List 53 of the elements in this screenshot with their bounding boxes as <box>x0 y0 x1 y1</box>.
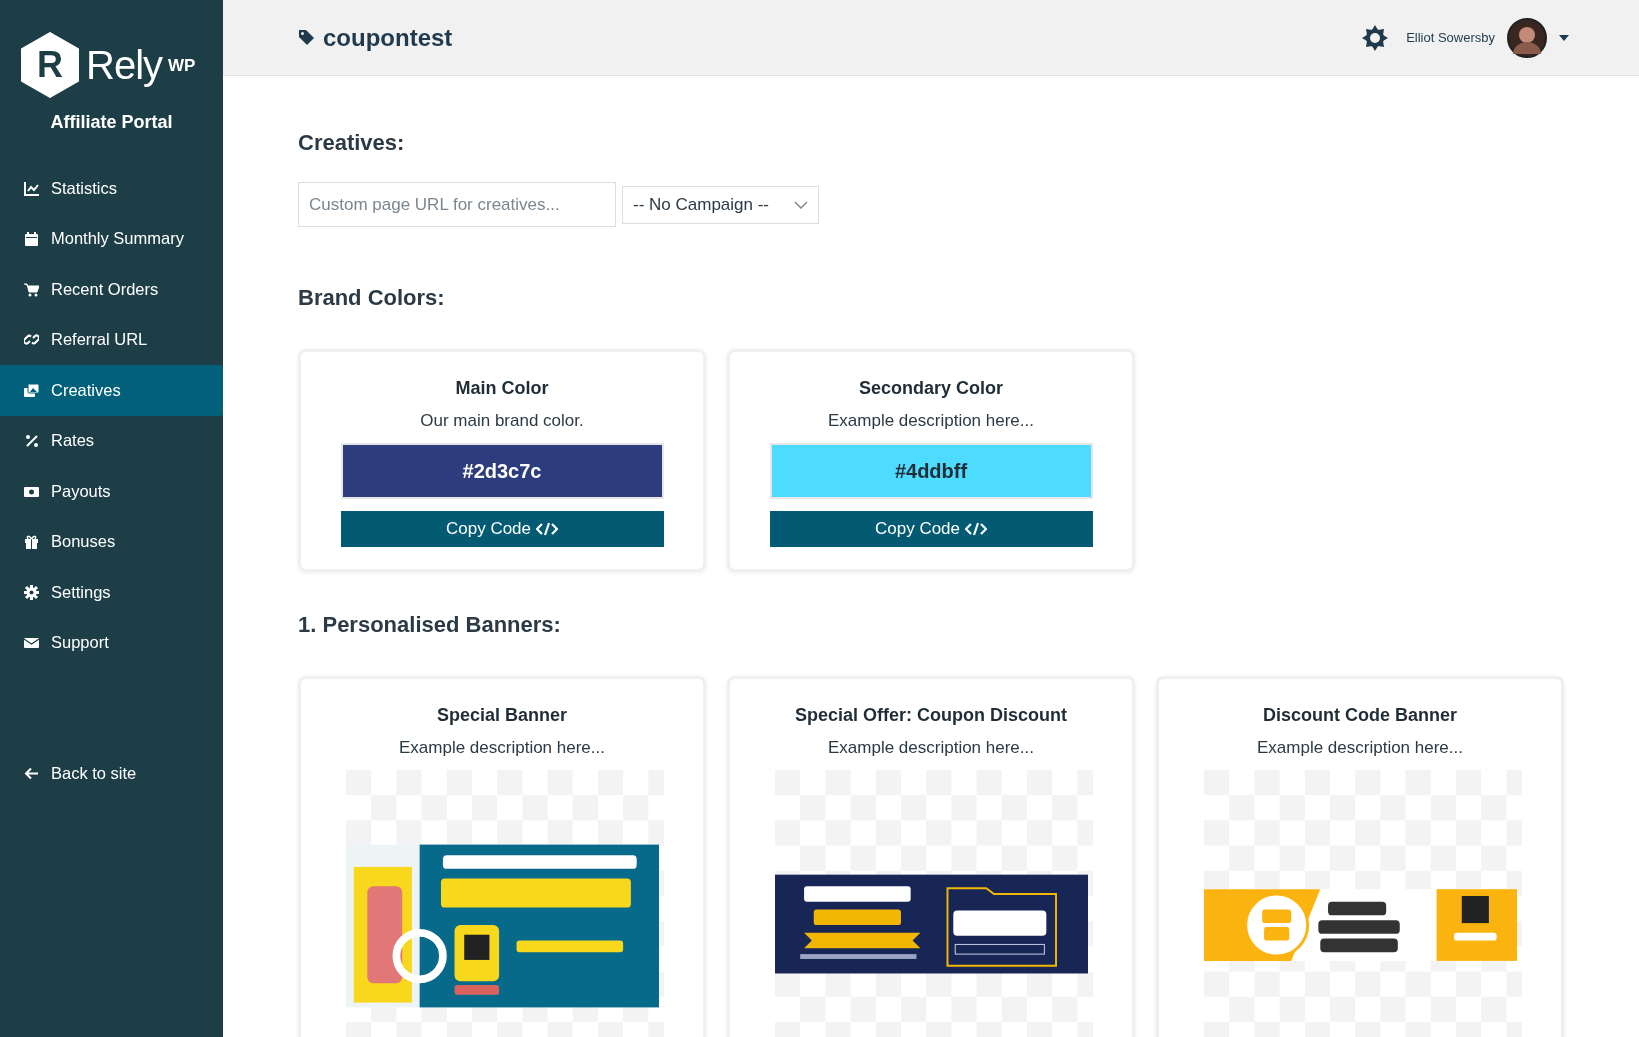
calendar-icon <box>24 231 39 247</box>
section-heading: Brand Colors: <box>298 285 446 311</box>
gift-icon <box>24 534 39 550</box>
url-field[interactable]: Custom page URL for creatives... <box>298 182 616 227</box>
card-description: Example description here... <box>828 411 1034 431</box>
sun-icon <box>1362 24 1389 51</box>
color-swatch: #4ddbff <box>769 443 1093 499</box>
link-icon <box>24 332 39 348</box>
sidebar-item[interactable]: Creatives <box>0 365 223 416</box>
code-icon <box>965 522 988 536</box>
avatar[interactable] <box>1507 17 1547 58</box>
user-name: Elliot Sowersby <box>1406 30 1495 45</box>
section-heading: 1. Personalised Banners: <box>298 612 562 638</box>
sidebar-item[interactable]: Statistics <box>0 163 223 214</box>
card-title: Discount Code Banner <box>1263 705 1457 726</box>
page-title: coupontest <box>323 23 453 52</box>
card-title: Special Banner <box>436 705 568 726</box>
copy-code-button[interactable]: Copy Code <box>769 511 1093 547</box>
sidebar-item[interactable]: Rates <box>0 415 223 466</box>
code-icon <box>536 522 559 536</box>
chevron-down-icon <box>794 200 808 209</box>
card-description: Example description here... <box>1257 738 1463 758</box>
chart-icon <box>24 180 39 196</box>
card-description: Example description here... <box>828 738 1034 758</box>
card-title: Special Offer: Coupon Discount <box>795 705 1067 726</box>
arrow-left-icon <box>24 765 39 781</box>
percent-icon <box>24 433 39 449</box>
caret-icon <box>1559 34 1569 41</box>
card-description: Our main brand color. <box>420 411 584 431</box>
copy-code-button[interactable]: Copy Code <box>340 511 664 547</box>
card-title: Main Color <box>455 378 549 399</box>
section-heading: Creatives: <box>298 130 406 156</box>
images-icon <box>24 382 39 398</box>
portal-title: Affiliate Portal <box>49 112 174 133</box>
back-link[interactable]: Back to site <box>0 748 223 799</box>
campaign-select[interactable]: -- No Campaign -- <box>622 185 819 224</box>
sidebar-item[interactable]: Monthly Summary <box>0 213 223 264</box>
cart-icon <box>24 281 39 297</box>
logo-text: Rely <box>86 42 163 88</box>
sidebar-item[interactable]: Payouts <box>0 466 223 517</box>
sidebar-item[interactable]: Referral URL <box>0 314 223 365</box>
color-swatch: #2d3c7c <box>340 443 664 499</box>
sidebar-item[interactable]: Recent Orders <box>0 264 223 315</box>
logo-suffix: WP <box>168 56 196 76</box>
sidebar-item[interactable]: Bonuses <box>0 516 223 567</box>
card-title: Secondary Color <box>858 378 1003 399</box>
logo-mark: R <box>20 32 80 98</box>
sidebar-item[interactable]: Support <box>0 617 223 668</box>
card-description: Example description here... <box>399 738 605 758</box>
sidebar-item[interactable]: Settings <box>0 567 223 618</box>
settings-icon <box>24 584 39 600</box>
tag-icon <box>298 29 315 46</box>
envelope-icon <box>24 635 39 651</box>
